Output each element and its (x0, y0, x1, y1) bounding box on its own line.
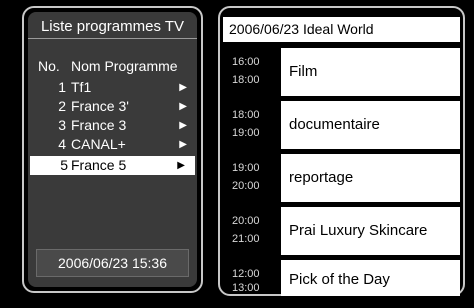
channel-list-body: Liste programmes TV No. Nom Programme 1 … (28, 12, 197, 287)
play-arrow-icon: ▶ (179, 82, 187, 93)
channel-number: 2 (58, 98, 66, 114)
program-event[interactable]: 12:00 13:00 Pick of the Day (223, 260, 460, 296)
channel-number: 4 (58, 136, 66, 152)
column-header-name: Nom Programme (71, 58, 178, 74)
program-event[interactable]: 16:00 18:00 Film (223, 48, 460, 96)
event-title: Prai Luxury Skincare (281, 207, 460, 255)
event-time: 19:00 20:00 (223, 154, 279, 202)
channel-row[interactable]: 3 France 3 ▶ (28, 116, 197, 135)
panel-title: Liste programmes TV (28, 16, 197, 39)
channel-number: 3 (58, 117, 66, 133)
event-end-time: 20:00 (232, 180, 260, 192)
event-title: Pick of the Day (281, 260, 460, 296)
event-time: 16:00 18:00 (223, 48, 279, 96)
event-end-time: 13:00 (232, 282, 260, 294)
event-start-time: 16:00 (232, 56, 260, 68)
program-event[interactable]: 20:00 21:00 Prai Luxury Skincare (223, 207, 460, 255)
event-end-time: 18:00 (232, 74, 260, 86)
event-start-time: 20:00 (232, 215, 260, 227)
event-start-time: 18:00 (232, 109, 260, 121)
channel-list-panel: Liste programmes TV No. Nom Programme 1 … (22, 6, 203, 293)
event-start-time: 12:00 (232, 268, 260, 280)
event-end-time: 21:00 (232, 233, 260, 245)
play-arrow-icon: ▶ (179, 101, 187, 112)
channel-row[interactable]: 2 France 3' ▶ (28, 97, 197, 116)
channel-row[interactable]: 4 CANAL+ ▶ (28, 135, 197, 154)
program-event[interactable]: 19:00 20:00 reportage (223, 154, 460, 202)
current-datetime: 2006/06/23 15:36 (36, 249, 189, 277)
event-time: 20:00 21:00 (223, 207, 279, 255)
program-guide-panel: 2006/06/23 Ideal World 16:00 18:00 Film … (218, 6, 465, 296)
channel-name: France 5 (71, 157, 127, 173)
event-start-time: 19:00 (232, 162, 260, 174)
channel-number: 1 (58, 79, 66, 95)
guide-header: 2006/06/23 Ideal World (223, 17, 460, 42)
play-arrow-icon: ▶ (179, 120, 187, 131)
play-arrow-icon: ▶ (177, 160, 185, 171)
event-end-time: 19:00 (232, 127, 260, 139)
event-time: 18:00 19:00 (223, 101, 279, 149)
program-event[interactable]: 18:00 19:00 documentaire (223, 101, 460, 149)
program-guide-body: 2006/06/23 Ideal World 16:00 18:00 Film … (223, 11, 460, 296)
channel-name: CANAL+ (71, 136, 126, 152)
play-arrow-icon: ▶ (179, 139, 187, 150)
channel-name: France 3' (71, 98, 129, 114)
channel-name: France 3 (71, 117, 127, 133)
channel-name: Tf1 (71, 79, 92, 95)
event-title: documentaire (281, 101, 460, 149)
event-title: reportage (281, 154, 460, 202)
channel-row-selected[interactable]: 5 France 5 ▶ (30, 156, 195, 175)
channel-number: 5 (60, 157, 68, 173)
channel-row[interactable]: 1 Tf1 ▶ (28, 78, 197, 97)
column-header-number: No. (38, 58, 60, 74)
event-title: Film (281, 48, 460, 96)
